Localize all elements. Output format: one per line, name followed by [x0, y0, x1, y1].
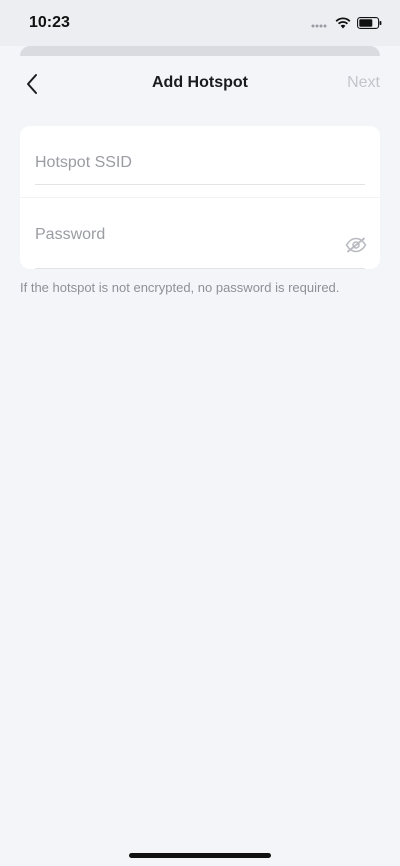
next-button[interactable]: Next: [347, 74, 380, 92]
password-underline: [35, 268, 365, 269]
status-time: 10:23: [29, 14, 70, 31]
eye-off-icon: [345, 237, 367, 253]
wifi-icon: [335, 16, 351, 34]
home-indicator: [129, 853, 271, 858]
nav-bar: Add Hotspot Next: [0, 56, 400, 112]
ssid-field-row: [20, 126, 380, 197]
page-title: Add Hotspot: [152, 74, 248, 91]
battery-icon: [357, 16, 382, 34]
hotspot-form-card: [20, 126, 380, 269]
password-input[interactable]: [35, 226, 345, 244]
encryption-hint: If the hotspot is not encrypted, no pass…: [20, 280, 340, 295]
password-field-row: [20, 197, 380, 269]
status-bar: 10:23: [0, 0, 400, 46]
ssid-underline: [35, 184, 365, 185]
status-icons: [311, 16, 382, 34]
screen: 10:23 Add Hotspot Next Hotspot SSID If t…: [0, 0, 400, 866]
hotspot-ssid-input[interactable]: [35, 154, 345, 172]
add-hotspot-sheet: Add Hotspot Next If the hotspo: [0, 56, 400, 866]
password-visibility-toggle[interactable]: [344, 233, 368, 257]
cellular-signal-icon: [311, 16, 329, 34]
